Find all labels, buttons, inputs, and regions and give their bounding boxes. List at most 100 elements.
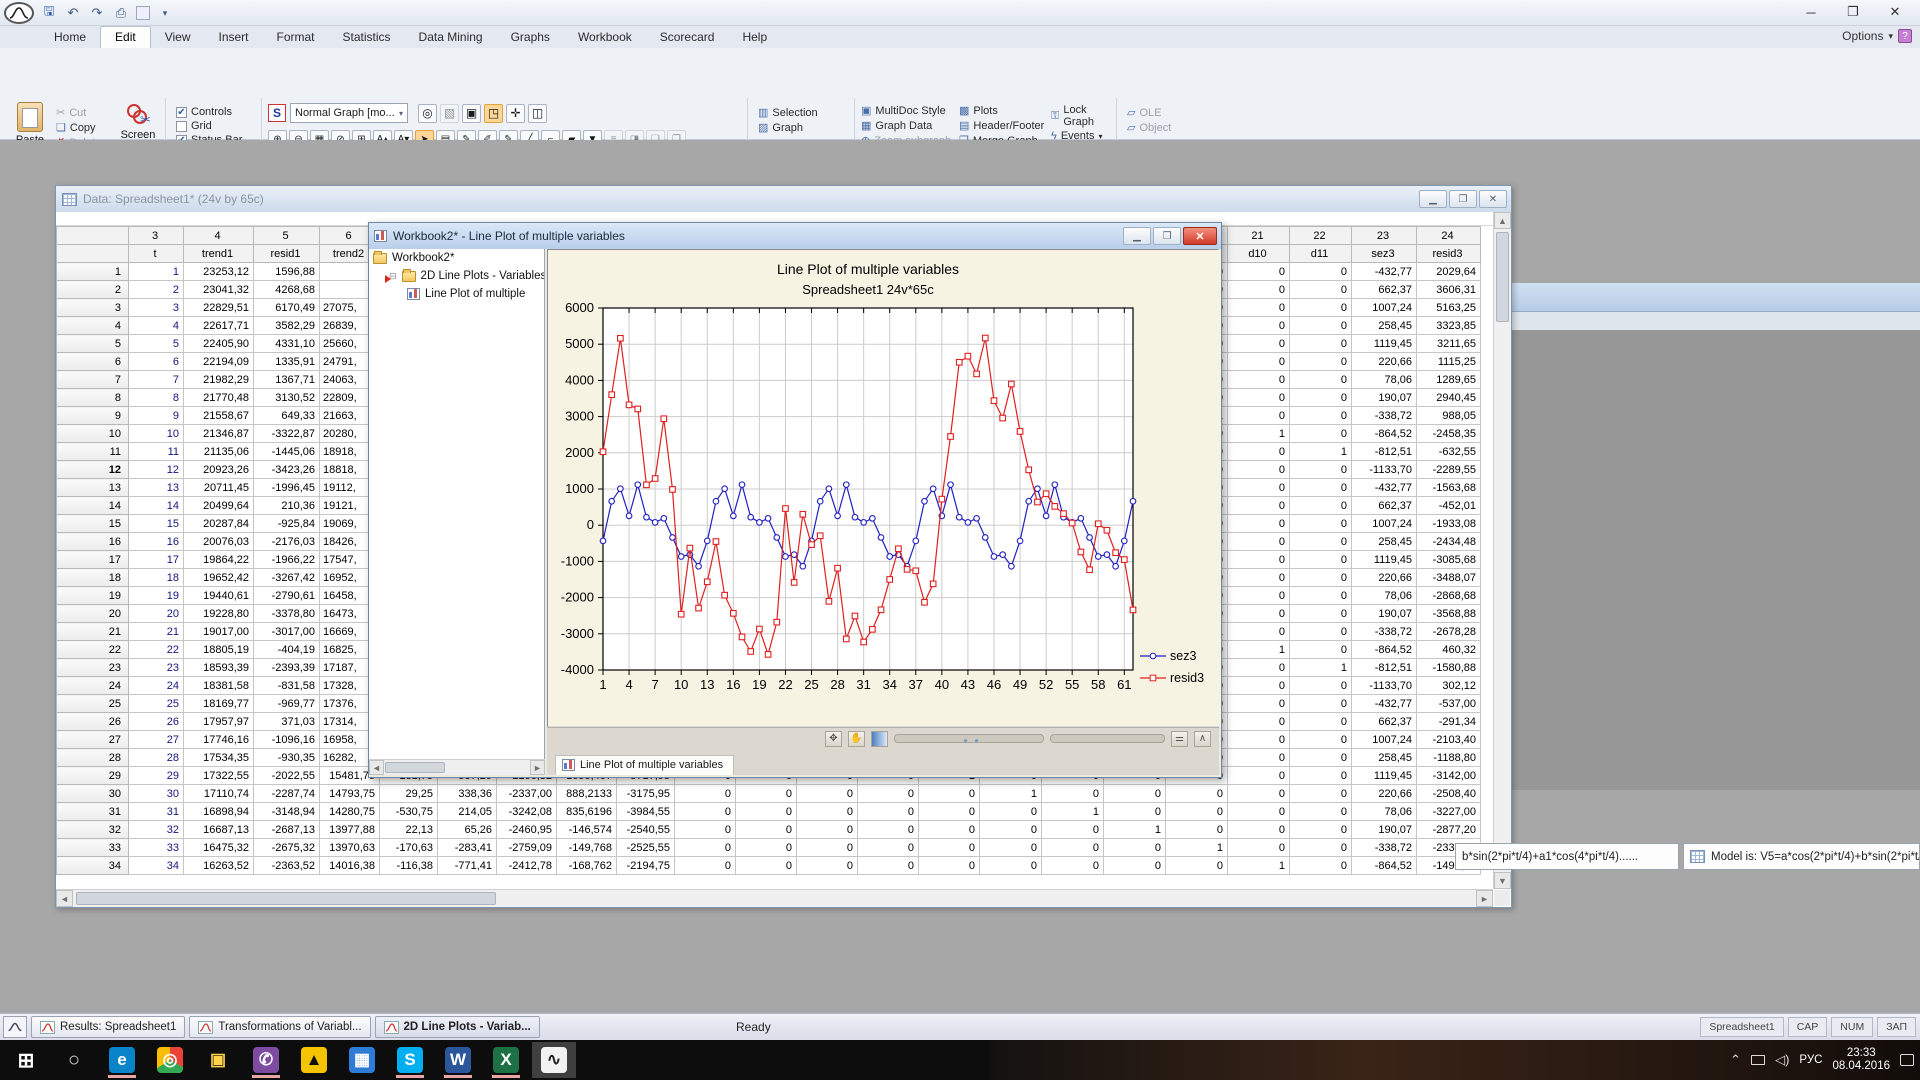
cell-sez3[interactable]: 78,06 [1352, 371, 1417, 389]
cell-t[interactable]: 30 [129, 785, 184, 803]
cell-d11[interactable]: 0 [1290, 641, 1352, 659]
cell-d4[interactable]: 0 [919, 857, 980, 875]
print-icon[interactable]: ⎙ [112, 4, 130, 22]
cell-sez3[interactable]: 190,07 [1352, 389, 1417, 407]
cell-trend1[interactable]: 19652,42 [184, 569, 254, 587]
zoom-slider-2[interactable] [1050, 734, 1165, 743]
cell-resid1[interactable]: 3582,29 [254, 317, 320, 335]
lock-graph-button[interactable]: ⚿Lock Graph [1051, 104, 1116, 128]
cell-n[interactable]: 6 [57, 353, 129, 371]
vertical-scrollbar[interactable]: ▲ ▼ [1493, 212, 1511, 889]
multidoc-style-button[interactable]: ▣MultiDoc Style [861, 104, 951, 117]
cell-c0[interactable]: -530,75 [380, 803, 438, 821]
cut-button[interactable]: ✂Cut [56, 106, 101, 119]
cell-d0[interactable]: 0 [675, 785, 736, 803]
cell-resid1[interactable]: -2393,39 [254, 659, 320, 677]
cell-t[interactable]: 15 [129, 515, 184, 533]
cell-d10[interactable]: 0 [1228, 443, 1290, 461]
cell-c2[interactable]: -2412,78 [497, 857, 557, 875]
cell-trend1[interactable]: 20287,84 [184, 515, 254, 533]
cell-resid1[interactable]: -404,19 [254, 641, 320, 659]
menu-tab-statistics[interactable]: Statistics [329, 27, 405, 48]
cell-t[interactable]: 18 [129, 569, 184, 587]
cell-trend1[interactable]: 20499,64 [184, 497, 254, 515]
cell-c4[interactable]: -3984,55 [617, 803, 675, 821]
cell-trend1[interactable]: 19017,00 [184, 623, 254, 641]
view-toggle-grid[interactable]: Grid [176, 120, 242, 132]
tree-item-workbook[interactable]: Workbook2* [369, 249, 544, 267]
cell-sez3[interactable]: 662,37 [1352, 713, 1417, 731]
cell-n[interactable]: 18 [57, 569, 129, 587]
save-icon[interactable]: 🖫 [40, 4, 58, 22]
column-number-header[interactable]: 5 [254, 227, 320, 245]
cell-trend1[interactable]: 21558,67 [184, 407, 254, 425]
cell-resid1[interactable]: -930,35 [254, 749, 320, 767]
cell-n[interactable]: 29 [57, 767, 129, 785]
graph-style-dropdown[interactable]: Normal Graph [mo...▾ [290, 103, 408, 123]
cell-n[interactable]: 17 [57, 551, 129, 569]
redo-icon[interactable]: ↷ [88, 4, 106, 22]
taskbar-skype-icon[interactable]: S [388, 1042, 432, 1078]
cell-n[interactable]: 21 [57, 623, 129, 641]
cell-d8[interactable]: 1 [1166, 839, 1228, 857]
cell-d5[interactable]: 0 [980, 821, 1042, 839]
cell-n[interactable]: 20 [57, 605, 129, 623]
cell-d7[interactable]: 0 [1104, 785, 1166, 803]
cell-d11[interactable]: 0 [1290, 677, 1352, 695]
cell-d11[interactable]: 0 [1290, 713, 1352, 731]
cell-t[interactable]: 2 [129, 281, 184, 299]
cell-trend1[interactable]: 17746,16 [184, 731, 254, 749]
cell-trend1[interactable]: 17534,35 [184, 749, 254, 767]
cell-sez3[interactable]: 258,45 [1352, 533, 1417, 551]
cell-d8[interactable]: 0 [1166, 803, 1228, 821]
cell-trend1[interactable]: 18169,77 [184, 695, 254, 713]
cell-d11[interactable]: 0 [1290, 767, 1352, 785]
taskbar-edge-icon[interactable]: e [100, 1042, 144, 1078]
cell-resid3[interactable]: -2458,35 [1417, 425, 1481, 443]
cell-c3[interactable]: -149,768 [557, 839, 617, 857]
cell-d3[interactable]: 0 [858, 785, 919, 803]
object-button[interactable]: ▱Object [1127, 121, 1171, 134]
cell-d11[interactable]: 0 [1290, 839, 1352, 857]
cell-c4[interactable]: -2194,75 [617, 857, 675, 875]
cell-resid1[interactable]: -3378,80 [254, 605, 320, 623]
cell-d11[interactable]: 0 [1290, 623, 1352, 641]
cell-sez3[interactable]: 1007,24 [1352, 299, 1417, 317]
cell-d6[interactable]: 0 [1042, 821, 1104, 839]
cell-t[interactable]: 34 [129, 857, 184, 875]
cell-resid1[interactable]: -1096,16 [254, 731, 320, 749]
cell-n[interactable]: 28 [57, 749, 129, 767]
cell-resid3[interactable]: -1933,08 [1417, 515, 1481, 533]
cell-sez3[interactable]: 220,66 [1352, 785, 1417, 803]
cell-d11[interactable]: 0 [1290, 857, 1352, 875]
cell-resid1[interactable]: -3322,87 [254, 425, 320, 443]
cell-sez3[interactable]: 220,66 [1352, 353, 1417, 371]
cell-resid1[interactable]: -2022,55 [254, 767, 320, 785]
cell-trend1[interactable]: 17322,55 [184, 767, 254, 785]
taskbar-excel-icon[interactable]: X [484, 1042, 528, 1078]
spreadsheet-minimize-button[interactable]: ▁ [1419, 190, 1447, 208]
cell-resid3[interactable]: 3606,31 [1417, 281, 1481, 299]
taskbar-daemon-tools-icon[interactable]: ▲ [292, 1042, 336, 1078]
cell-d11[interactable]: 0 [1290, 389, 1352, 407]
tree-item-line-plot[interactable]: Line Plot of multiple [369, 285, 544, 303]
cell-c1[interactable]: -283,41 [438, 839, 497, 857]
cell-trend2[interactable]: 14793,75 [320, 785, 380, 803]
cell-resid3[interactable]: 1115,25 [1417, 353, 1481, 371]
cell-c1[interactable]: 65,26 [438, 821, 497, 839]
cell-sez3[interactable]: 1119,45 [1352, 335, 1417, 353]
cell-resid1[interactable]: -2675,32 [254, 839, 320, 857]
cell-t[interactable]: 22 [129, 641, 184, 659]
cell-c0[interactable]: 29,25 [380, 785, 438, 803]
cell-d10[interactable]: 0 [1228, 353, 1290, 371]
cell-d6[interactable]: 0 [1042, 785, 1104, 803]
cell-d11[interactable]: 0 [1290, 281, 1352, 299]
cell-sez3[interactable]: -432,77 [1352, 479, 1417, 497]
spreadsheet-titlebar[interactable]: Data: Spreadsheet1* (24v by 65c) ▁ ❐ ✕ [56, 186, 1511, 212]
cell-resid1[interactable]: -2287,74 [254, 785, 320, 803]
menu-tab-data-mining[interactable]: Data Mining [405, 27, 497, 48]
cell-trend1[interactable]: 16475,32 [184, 839, 254, 857]
cell-d10[interactable]: 0 [1228, 605, 1290, 623]
cell-d3[interactable]: 0 [858, 857, 919, 875]
cell-d2[interactable]: 0 [797, 803, 858, 821]
